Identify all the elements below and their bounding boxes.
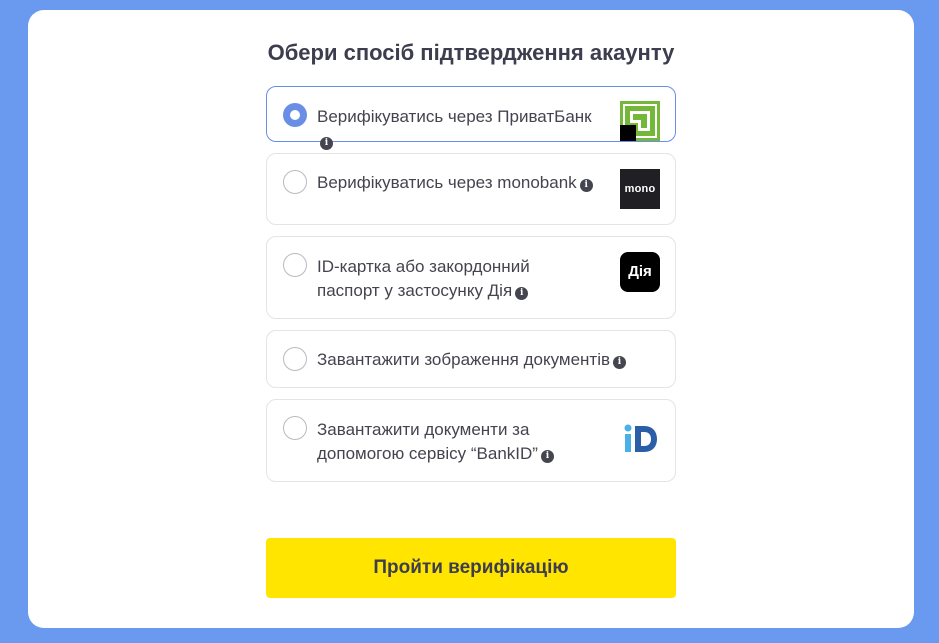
option-monobank-label: Верифікуватись через monobank i — [317, 171, 593, 195]
info-icon[interactable]: i — [320, 137, 333, 150]
radio-monobank[interactable] — [283, 170, 307, 194]
verification-options: Верифікуватись через ПриватБанк i Верифі… — [266, 86, 676, 493]
option-diia-text-line2: паспорт у застосунку Дія — [317, 281, 513, 300]
monobank-logo: mono — [620, 169, 660, 209]
radio-upload-images[interactable] — [283, 347, 307, 371]
option-bankid-text-line2: допомогою сервісу “BankID” — [317, 444, 538, 463]
bankid-logo — [624, 424, 657, 452]
info-icon[interactable]: i — [540, 450, 554, 463]
option-monobank-text: Верифікуватись через monobank — [317, 173, 577, 192]
option-upload-images-label: Завантажити зображення документів i — [317, 348, 627, 372]
option-monobank[interactable]: Верифікуватись через monobank i mono — [266, 153, 676, 225]
info-icon[interactable]: i — [613, 356, 627, 369]
option-privatbank-text: Верифікуватись через ПриватБанк — [317, 107, 592, 126]
option-privatbank-label: Верифікуватись через ПриватБанк i — [317, 105, 592, 153]
info-icon[interactable]: i — [579, 179, 593, 192]
option-privatbank[interactable]: Верифікуватись через ПриватБанк i — [266, 86, 676, 150]
diia-logo: Дія — [620, 252, 660, 292]
verification-card: Обери спосіб підтвердження акаунту Вериф… — [28, 10, 914, 628]
radio-privatbank[interactable] — [283, 103, 307, 127]
option-bankid[interactable]: Завантажити документи за допомогою серві… — [266, 399, 676, 482]
radio-bankid[interactable] — [283, 416, 307, 440]
info-icon[interactable]: i — [515, 287, 529, 300]
option-upload-images-text: Завантажити зображення документів — [317, 350, 611, 369]
option-upload-images[interactable]: Завантажити зображення документів i — [266, 330, 676, 388]
option-diia-text-line1: ID-картка або закордонний — [317, 257, 530, 276]
option-bankid-label: Завантажити документи за допомогою серві… — [317, 418, 554, 466]
radio-diia[interactable] — [283, 253, 307, 277]
option-diia-label: ID-картка або закордонний паспорт у заст… — [317, 255, 530, 303]
option-diia[interactable]: ID-картка або закордонний паспорт у заст… — [266, 236, 676, 319]
option-bankid-text-line1: Завантажити документи за — [317, 420, 530, 439]
page-title: Обери спосіб підтвердження акаунту — [267, 40, 675, 65]
privatbank-logo — [620, 101, 660, 141]
verify-button[interactable]: Пройти верифікацію — [266, 538, 676, 598]
